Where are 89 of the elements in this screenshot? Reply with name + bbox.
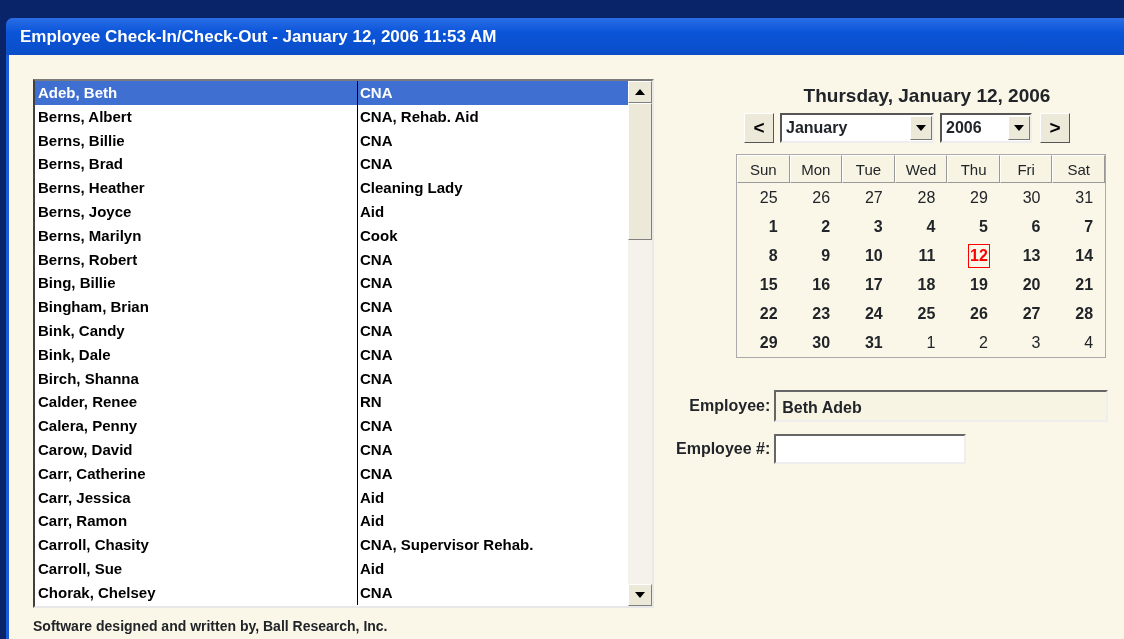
calendar-day[interactable]: 13 — [1020, 243, 1043, 268]
calendar-day[interactable]: 1 — [924, 330, 938, 355]
employee-name[interactable]: Berns, Brad — [35, 152, 357, 177]
employee-list[interactable] — [33, 79, 654, 608]
employee-name[interactable]: Carr, Jessica — [35, 485, 357, 510]
calendar-day[interactable]: 2 — [977, 330, 990, 355]
employee-name[interactable]: Adeb, Beth — [35, 81, 357, 105]
calendar-day[interactable]: 29 — [757, 330, 780, 355]
weekday-header: Thu — [947, 154, 1000, 183]
calendar-day[interactable]: 3 — [1029, 330, 1043, 355]
calendar-day[interactable]: 14 — [1073, 243, 1096, 268]
calendar-heading: Thursday, January 12, 2006 — [802, 84, 1052, 108]
employee-name[interactable]: Berns, Heather — [35, 176, 357, 200]
calendar-day[interactable]: 27 — [1020, 301, 1043, 326]
calendar-day[interactable]: 20 — [1020, 272, 1043, 297]
employee-name[interactable]: Carr, Ramon — [35, 509, 357, 534]
window-title: Employee Check-In/Check-Out - January 12, 2006 11:53 AM — [6, 18, 1124, 55]
employee-name[interactable]: Berns, Robert — [35, 247, 357, 272]
employee-name[interactable]: Carow, David — [35, 437, 357, 462]
calendar-day[interactable]: 4 — [924, 214, 938, 239]
employee-name-field: Beth Adeb — [774, 389, 1108, 422]
calendar-day[interactable]: 28 — [915, 185, 938, 210]
employee-name[interactable]: Berns, Billie — [35, 128, 357, 153]
dropdown-arrow-icon — [916, 124, 926, 131]
weekday-header: Sat — [1052, 154, 1106, 183]
credits-text: Software designed and written by, Ball Research, Inc. — [33, 617, 389, 636]
calendar-day[interactable]: 10 — [862, 243, 885, 268]
employee-name[interactable]: Bink, Dale — [35, 342, 357, 367]
calendar-day[interactable]: 1 — [766, 214, 780, 239]
calendar-day[interactable]: 25 — [915, 301, 938, 326]
employee-name[interactable]: Berns, Joyce — [35, 200, 357, 224]
calendar-day[interactable]: 26 — [968, 301, 990, 326]
calendar-day[interactable]: 7 — [1082, 214, 1096, 239]
employee-number-field[interactable] — [774, 433, 967, 464]
scroll-up-icon[interactable] — [635, 89, 645, 95]
calendar-day[interactable]: 5 — [977, 214, 990, 239]
weekday-header: Fri — [999, 154, 1053, 183]
employee-name[interactable]: Berns, Marilyn — [35, 223, 357, 248]
calendar-day[interactable]: 6 — [1029, 214, 1043, 239]
weekday-header: Wed — [894, 154, 948, 183]
calendar-day[interactable]: 23 — [810, 301, 833, 326]
next-month-button[interactable]: > — [1040, 112, 1070, 143]
calendar-day[interactable]: 30 — [810, 330, 833, 355]
scrollbar[interactable] — [628, 81, 652, 606]
calendar-day[interactable]: 28 — [1073, 301, 1096, 326]
dropdown-arrow-icon — [1014, 124, 1024, 131]
calendar-day[interactable]: 30 — [1020, 185, 1043, 210]
employee-name[interactable]: Bing, Billie — [35, 271, 357, 296]
employee-name[interactable]: Birch, Shanna — [35, 366, 357, 391]
employee-name[interactable]: Bink, Candy — [35, 318, 357, 343]
weekday-header: Sun — [737, 154, 790, 183]
calendar-day[interactable]: 11 — [916, 243, 938, 268]
employee-name[interactable]: Carroll, Sue — [35, 556, 357, 581]
employee-name[interactable]: Calera, Penny — [35, 414, 357, 438]
calendar-day[interactable]: 29 — [968, 185, 990, 210]
calendar-day[interactable]: 27 — [862, 185, 885, 210]
calendar-day[interactable]: 25 — [757, 185, 780, 210]
employee-name[interactable]: Chorak, Chelsey — [35, 580, 357, 605]
calendar-day[interactable]: 18 — [915, 272, 938, 297]
field-label: Employee #: — [676, 438, 771, 459]
scroll-thumb[interactable] — [628, 103, 652, 240]
calendar-day[interactable]: 4 — [1082, 330, 1096, 355]
calendar-day[interactable]: 22 — [757, 301, 780, 326]
employee-name[interactable]: Berns, Albert — [35, 104, 357, 129]
calendar-day[interactable]: 3 — [871, 214, 885, 239]
calendar-day[interactable]: 26 — [810, 185, 833, 210]
calendar-day[interactable]: 16 — [810, 272, 833, 297]
calendar-day[interactable]: 31 — [862, 330, 885, 355]
calendar-day[interactable]: 17 — [862, 272, 885, 297]
calendar-day[interactable]: 9 — [819, 243, 833, 268]
calendar-day[interactable]: 2 — [819, 214, 833, 239]
employee-name[interactable]: Calder, Renee — [35, 390, 357, 415]
calendar-day[interactable]: 21 — [1073, 272, 1096, 297]
employee-name[interactable]: Bingham, Brian — [35, 295, 357, 319]
calendar-day[interactable]: 12 — [968, 243, 990, 268]
weekday-header: Tue — [842, 154, 895, 183]
field-label: Employee: — [688, 395, 771, 416]
previous-month-button[interactable]: < — [744, 112, 774, 143]
month-dropdown[interactable]: January — [780, 112, 934, 143]
calendar-day[interactable]: 8 — [766, 243, 780, 268]
calendar-day[interactable]: 19 — [968, 272, 990, 297]
calendar-day[interactable]: 15 — [757, 272, 780, 297]
employee-name[interactable]: Carr, Catherine — [35, 461, 357, 486]
calendar-day[interactable]: 24 — [862, 301, 885, 326]
scroll-down-icon[interactable] — [635, 592, 645, 598]
calendar-day[interactable]: 31 — [1073, 185, 1096, 210]
employee-name[interactable]: Carroll, Chasity — [35, 533, 357, 557]
year-dropdown[interactable]: 2006 — [940, 112, 1032, 143]
weekday-header: Mon — [789, 154, 843, 183]
